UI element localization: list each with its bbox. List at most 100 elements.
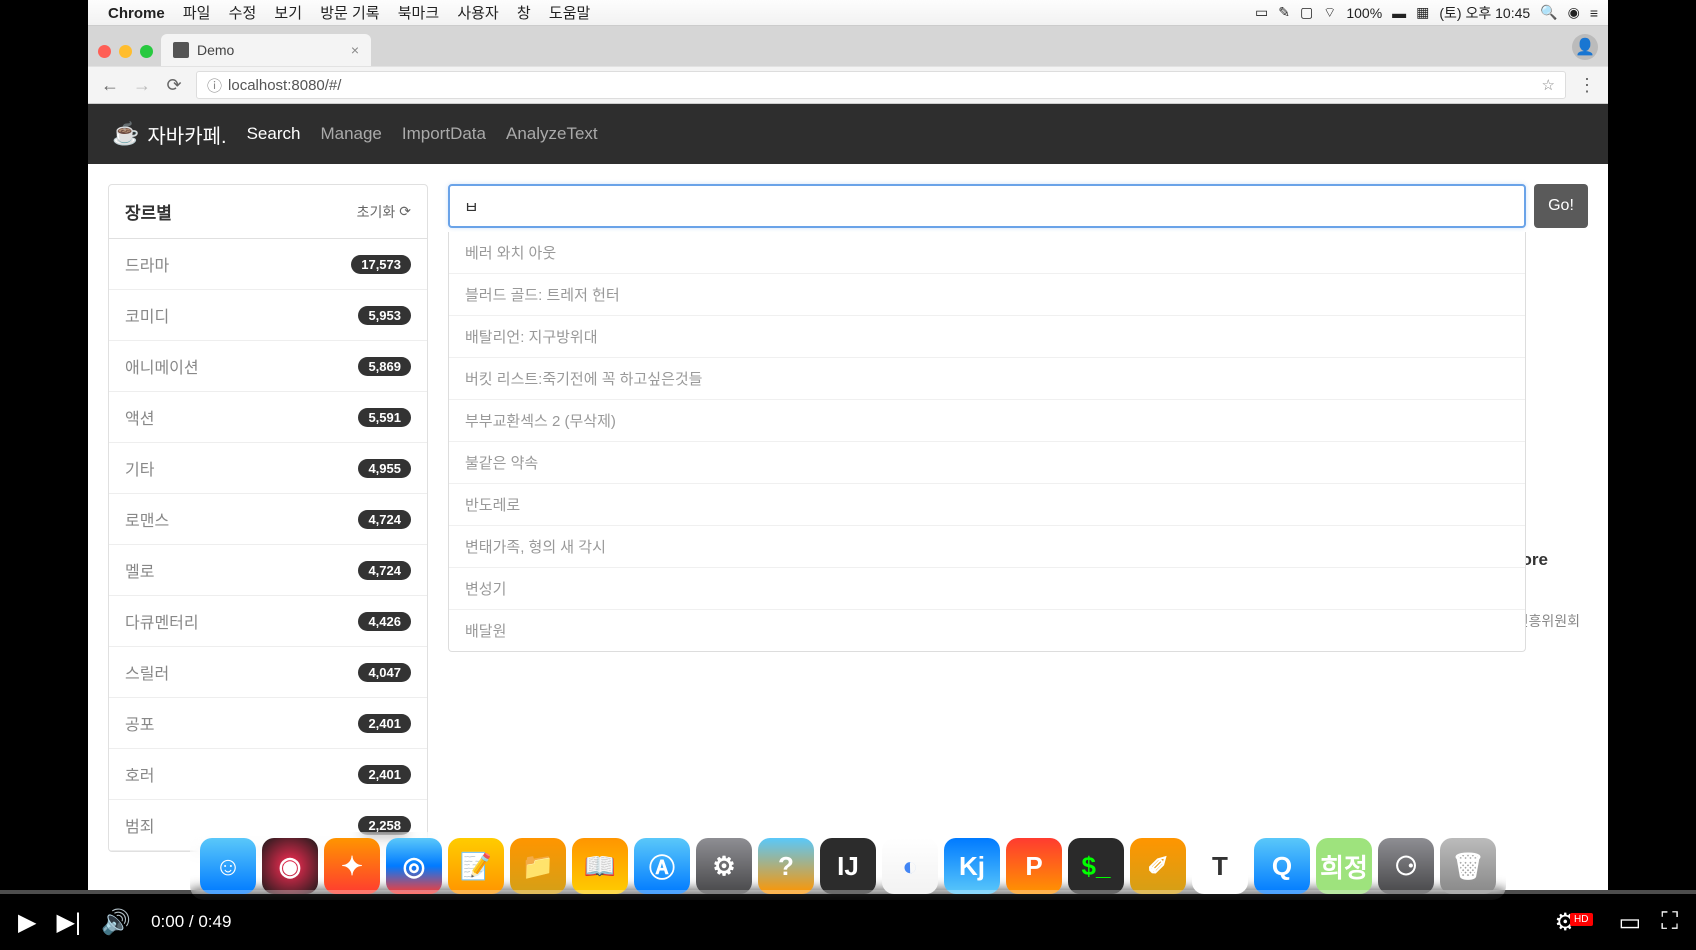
dock-chrome-icon[interactable]: ◐ xyxy=(882,838,938,894)
dock-textedit-icon[interactable]: T xyxy=(1192,838,1248,894)
bookmark-star-icon[interactable]: ☆ xyxy=(1542,76,1555,94)
reset-button[interactable]: 초기화 ⟳ xyxy=(357,202,411,222)
genre-item[interactable]: 애니메이션5,869 xyxy=(109,341,427,392)
brand[interactable]: ☕ 자바카페. xyxy=(112,120,227,149)
window-minimize[interactable] xyxy=(119,45,132,58)
genre-count: 5,591 xyxy=(358,408,411,427)
notification-icon[interactable]: ≡ xyxy=(1590,5,1598,21)
favicon-icon xyxy=(173,42,189,58)
suggestion-item[interactable]: 버킷 리스트:죽기전에 꼭 하고싶은것들 xyxy=(449,358,1525,400)
search-input[interactable] xyxy=(448,184,1526,228)
genre-item[interactable]: 공포2,401 xyxy=(109,698,427,749)
nav-importdata[interactable]: ImportData xyxy=(402,124,486,144)
nav-manage[interactable]: Manage xyxy=(320,124,381,144)
video-time: 0:00 / 0:49 xyxy=(151,912,231,932)
mac-menubar: Chrome 파일 수정 보기 방문 기록 북마크 사용자 창 도움말 ▭ ✎ … xyxy=(88,0,1608,26)
video-controls: ▶ ▶| 🔊 0:00 / 0:49 ⚙HD ▭ ⛶ xyxy=(0,894,1696,950)
dock-app2-icon[interactable]: 희정 xyxy=(1316,838,1372,894)
browser-tab[interactable]: Demo × xyxy=(161,34,371,66)
genre-item[interactable]: 스릴러4,047 xyxy=(109,647,427,698)
menubar-bookmarks[interactable]: 북마크 xyxy=(398,5,439,22)
genre-item[interactable]: 호러2,401 xyxy=(109,749,427,800)
dock-folder-icon[interactable]: 📁 xyxy=(510,838,566,894)
genre-name: 코미디 xyxy=(125,303,169,327)
battery-icon[interactable]: ▬ xyxy=(1392,5,1406,21)
dock-app-icon[interactable]: ✦ xyxy=(324,838,380,894)
dock-notes-icon[interactable]: 📝 xyxy=(448,838,504,894)
suggestion-item[interactable]: 부부교환섹스 2 (무삭제) xyxy=(449,400,1525,442)
volume-icon[interactable]: 🔊 xyxy=(101,908,131,937)
menubar-window[interactable]: 창 xyxy=(517,5,531,22)
suggestion-item[interactable]: 변태가족, 형의 새 각시 xyxy=(449,526,1525,568)
genre-count: 4,724 xyxy=(358,561,411,580)
forward-icon[interactable]: → xyxy=(132,75,152,96)
genre-item[interactable]: 드라마17,573 xyxy=(109,239,427,290)
suggestion-item[interactable]: 반도레로 xyxy=(449,484,1525,526)
suggestion-item[interactable]: 블러드 골드: 트레저 헌터 xyxy=(449,274,1525,316)
menubar-view[interactable]: 보기 xyxy=(274,5,302,22)
menubar-user[interactable]: 사용자 xyxy=(457,5,498,22)
play-icon[interactable]: ▶ xyxy=(18,908,36,937)
input-icon[interactable]: ▦ xyxy=(1416,4,1429,21)
genre-name: 공포 xyxy=(125,711,154,735)
url-field[interactable]: ⓘ localhost:8080/#/ ☆ xyxy=(196,71,1566,99)
dock-app3-icon[interactable]: ⚆ xyxy=(1378,838,1434,894)
menubar-history[interactable]: 방문 기록 xyxy=(320,5,379,22)
dock-safari-icon[interactable]: ◎ xyxy=(386,838,442,894)
dock-appstore-icon[interactable]: Ⓐ xyxy=(634,838,690,894)
airplay-icon[interactable]: ▭ xyxy=(1255,4,1268,21)
suggestion-item[interactable]: 변성기 xyxy=(449,568,1525,610)
suggestion-item[interactable]: 배탈리언: 지구방위대 xyxy=(449,316,1525,358)
genre-item[interactable]: 멜로4,724 xyxy=(109,545,427,596)
suggestion-item[interactable]: 배달원 xyxy=(449,610,1525,651)
dock-terminal-icon[interactable]: $_ xyxy=(1068,838,1124,894)
back-icon[interactable]: ← xyxy=(100,75,120,96)
dock-help-icon[interactable]: ? xyxy=(758,838,814,894)
dock-pen-icon[interactable]: ✐ xyxy=(1130,838,1186,894)
dock-intellij-icon[interactable]: IJ xyxy=(820,838,876,894)
genre-item[interactable]: 코미디5,953 xyxy=(109,290,427,341)
dock-siri-icon[interactable]: ◉ xyxy=(262,838,318,894)
spotlight-icon[interactable]: 🔍 xyxy=(1540,4,1557,21)
genre-item[interactable]: 액션5,591 xyxy=(109,392,427,443)
settings-icon[interactable]: ⚙HD xyxy=(1555,908,1599,937)
menubar-appname[interactable]: Chrome xyxy=(108,5,165,22)
reload-icon[interactable]: ⟳ xyxy=(164,75,184,96)
genre-item[interactable]: 다큐멘터리4,426 xyxy=(109,596,427,647)
chrome-menu-icon[interactable]: ⋮ xyxy=(1578,75,1596,96)
genre-count: 2,401 xyxy=(358,765,411,784)
genre-count: 4,047 xyxy=(358,663,411,682)
next-icon[interactable]: ▶| xyxy=(56,908,81,937)
dock-settings-icon[interactable]: ⚙ xyxy=(696,838,752,894)
window-close[interactable] xyxy=(98,45,111,58)
genre-item[interactable]: 기타4,955 xyxy=(109,443,427,494)
nav-analyzetext[interactable]: AnalyzeText xyxy=(506,124,598,144)
suggestion-item[interactable]: 불같은 약속 xyxy=(449,442,1525,484)
theater-icon[interactable]: ▭ xyxy=(1619,908,1642,937)
url-text: localhost:8080/#/ xyxy=(228,77,341,94)
menubar-edit[interactable]: 수정 xyxy=(229,5,257,22)
tab-close-icon[interactable]: × xyxy=(351,42,359,58)
go-button[interactable]: Go! xyxy=(1534,184,1588,228)
siri-icon[interactable]: ◉ xyxy=(1568,4,1580,21)
fullscreen-icon[interactable]: ⛶ xyxy=(1661,908,1678,936)
dock-powerpoint-icon[interactable]: P xyxy=(1006,838,1062,894)
dock-trash-icon[interactable]: 🗑 xyxy=(1440,838,1496,894)
dock-ibooks-icon[interactable]: 📖 xyxy=(572,838,628,894)
app-navbar: ☕ 자바카페. Search Manage ImportData Analyze… xyxy=(88,104,1608,164)
site-info-icon[interactable]: ⓘ xyxy=(207,75,222,96)
menubar-file[interactable]: 파일 xyxy=(183,5,211,22)
window-maximize[interactable] xyxy=(140,45,153,58)
ipad-icon[interactable]: ▢ xyxy=(1300,4,1313,21)
nav-search[interactable]: Search xyxy=(247,124,301,144)
chrome-profile-icon[interactable]: 👤 xyxy=(1572,34,1598,60)
pen-icon[interactable]: ✎ xyxy=(1278,4,1290,21)
dock-finder-icon[interactable]: ☺ xyxy=(200,838,256,894)
dock-quicktime-icon[interactable]: Q xyxy=(1254,838,1310,894)
menubar-help[interactable]: 도움말 xyxy=(549,5,590,22)
address-bar: ← → ⟳ ⓘ localhost:8080/#/ ☆ ⋮ xyxy=(88,66,1608,104)
wifi-icon[interactable]: ⌔ xyxy=(1323,4,1336,22)
dock-kj-icon[interactable]: Kj xyxy=(944,838,1000,894)
suggestion-item[interactable]: 베러 와치 아웃 xyxy=(449,232,1525,274)
genre-item[interactable]: 로맨스4,724 xyxy=(109,494,427,545)
